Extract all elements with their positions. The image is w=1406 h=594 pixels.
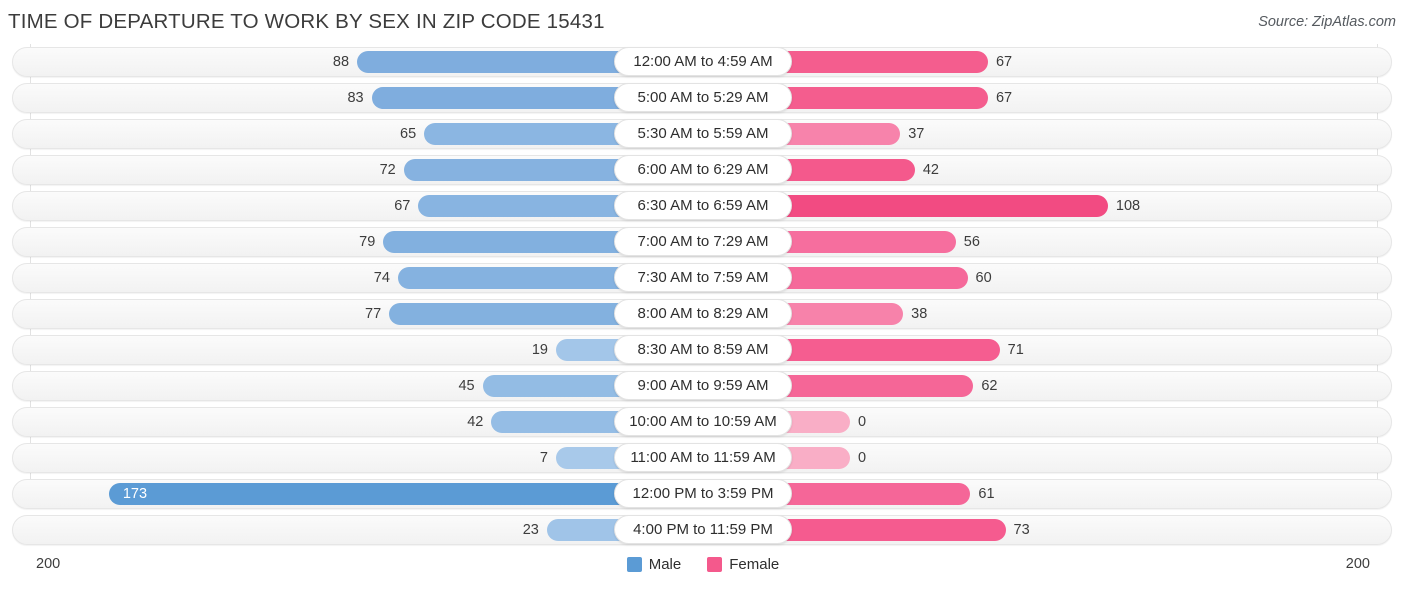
female-bar[interactable] — [782, 267, 968, 289]
male-value-label: 72 — [379, 162, 396, 178]
table-row[interactable]: 88 67 12:00 AM to 4:59 AM — [0, 46, 1406, 78]
legend-swatch-icon — [707, 557, 723, 572]
female-bar[interactable] — [782, 87, 988, 109]
table-row[interactable]: 65 37 5:30 AM to 5:59 AM — [0, 118, 1406, 150]
female-value-label: 67 — [995, 90, 1013, 106]
female-bar[interactable] — [782, 231, 956, 253]
category-label-pill: 10:00 AM to 10:59 AM — [614, 407, 792, 436]
table-row[interactable]: 23 73 4:00 PM to 11:59 PM — [0, 514, 1406, 546]
female-bar[interactable] — [782, 447, 850, 469]
male-value-label: 79 — [359, 234, 376, 250]
legend-swatch-icon — [626, 557, 642, 572]
category-label-pill: 7:30 AM to 7:59 AM — [614, 263, 792, 292]
table-row[interactable]: 7 0 11:00 AM to 11:59 AM — [0, 442, 1406, 474]
female-value-label: 38 — [911, 306, 928, 322]
category-label-pill: 12:00 AM to 4:59 AM — [614, 47, 792, 76]
female-bar[interactable] — [782, 195, 1108, 217]
male-bar[interactable] — [108, 483, 624, 505]
category-label-pill: 5:30 AM to 5:59 AM — [614, 119, 792, 148]
legend-item[interactable]: Male — [626, 556, 682, 573]
category-label-pill: 5:00 AM to 5:29 AM — [614, 83, 792, 112]
female-bar[interactable] — [782, 303, 904, 325]
female-bar[interactable] — [782, 339, 1000, 361]
male-bar[interactable] — [482, 375, 624, 397]
category-label-pill: 11:00 AM to 11:59 AM — [614, 443, 792, 472]
male-bar[interactable] — [389, 303, 624, 325]
table-row[interactable]: 77 38 8:00 AM to 8:29 AM — [0, 298, 1406, 330]
table-row[interactable]: 74 60 7:30 AM to 7:59 AM — [0, 262, 1406, 294]
male-bar[interactable] — [397, 267, 624, 289]
male-value-label: 88 — [332, 54, 350, 70]
category-label-pill: 6:00 AM to 6:29 AM — [614, 155, 792, 184]
female-value-label: 108 — [1115, 198, 1141, 214]
male-bar[interactable] — [357, 51, 624, 73]
legend-label: Female — [729, 556, 780, 573]
male-bar[interactable] — [491, 411, 624, 433]
table-row[interactable]: 173 61 12:00 PM to 3:59 PM — [0, 478, 1406, 510]
female-value-label: 71 — [1007, 342, 1024, 358]
female-bar[interactable] — [782, 123, 901, 145]
category-label-pill: 4:00 PM to 11:59 PM — [614, 515, 792, 544]
female-value-label: 56 — [963, 234, 980, 250]
male-bar[interactable] — [546, 519, 624, 541]
male-value-label: 7 — [539, 450, 548, 466]
female-value-label: 73 — [1013, 522, 1030, 538]
male-value-label: 19 — [531, 342, 548, 358]
male-value-label: 42 — [467, 414, 484, 430]
chart-legend: Male Female — [0, 556, 1406, 573]
female-bar[interactable] — [782, 51, 988, 73]
legend-label: Male — [648, 556, 682, 573]
male-bar[interactable] — [383, 231, 624, 253]
chart-header: TIME OF DEPARTURE TO WORK BY SEX IN ZIP … — [0, 0, 1406, 44]
female-bar[interactable] — [782, 519, 1006, 541]
male-bar[interactable] — [403, 159, 624, 181]
female-value-label: 0 — [858, 414, 867, 430]
table-row[interactable]: 72 42 6:00 AM to 6:29 AM — [0, 154, 1406, 186]
female-value-label: 37 — [908, 126, 925, 142]
female-value-label: 61 — [978, 486, 995, 502]
category-label-pill: 6:30 AM to 6:59 AM — [614, 191, 792, 220]
table-row[interactable]: 67 108 6:30 AM to 6:59 AM — [0, 190, 1406, 222]
female-value-label: 0 — [858, 450, 867, 466]
legend-item[interactable]: Female — [707, 556, 779, 573]
table-row[interactable]: 79 56 7:00 AM to 7:29 AM — [0, 226, 1406, 258]
male-value-label: 23 — [522, 522, 539, 538]
category-label-pill: 8:30 AM to 8:59 AM — [614, 335, 792, 364]
male-value-label: 67 — [394, 198, 411, 214]
male-value-label: 77 — [365, 306, 382, 322]
page-title: TIME OF DEPARTURE TO WORK BY SEX IN ZIP … — [8, 10, 605, 33]
chart-footer: 200 200 Male Female — [0, 548, 1406, 590]
male-value-label: 65 — [400, 126, 417, 142]
female-bar[interactable] — [782, 483, 971, 505]
male-value-label: 74 — [373, 270, 390, 286]
table-row[interactable]: 83 67 5:00 AM to 5:29 AM — [0, 82, 1406, 114]
male-bar[interactable] — [418, 195, 624, 217]
category-label-pill: 12:00 PM to 3:59 PM — [614, 479, 792, 508]
male-value-label: 45 — [458, 378, 475, 394]
table-row[interactable]: 45 62 9:00 AM to 9:59 AM — [0, 370, 1406, 402]
source-attribution: Source: ZipAtlas.com — [1258, 14, 1396, 30]
female-value-label: 62 — [981, 378, 998, 394]
male-value-label: 83 — [347, 90, 364, 106]
chart-plot-area: 88 67 12:00 AM to 4:59 AM 83 67 5:00 AM to 5:… — [0, 44, 1406, 548]
female-bar[interactable] — [782, 375, 974, 397]
female-value-label: 67 — [995, 54, 1013, 70]
table-row[interactable]: 19 71 8:30 AM to 8:59 AM — [0, 334, 1406, 366]
female-bar[interactable] — [782, 159, 915, 181]
female-bar[interactable] — [782, 411, 850, 433]
male-bar[interactable] — [371, 87, 624, 109]
bar-row-list: 88 67 12:00 AM to 4:59 AM 83 67 5:00 AM to 5:… — [0, 46, 1406, 550]
category-label-pill: 8:00 AM to 8:29 AM — [614, 299, 792, 328]
category-label-pill: 7:00 AM to 7:29 AM — [614, 227, 792, 256]
category-label-pill: 9:00 AM to 9:59 AM — [614, 371, 792, 400]
male-value-label: 173 — [122, 486, 148, 502]
table-row[interactable]: 42 0 10:00 AM to 10:59 AM — [0, 406, 1406, 438]
female-value-label: 42 — [922, 162, 939, 178]
female-value-label: 60 — [975, 270, 992, 286]
male-bar[interactable] — [424, 123, 624, 145]
